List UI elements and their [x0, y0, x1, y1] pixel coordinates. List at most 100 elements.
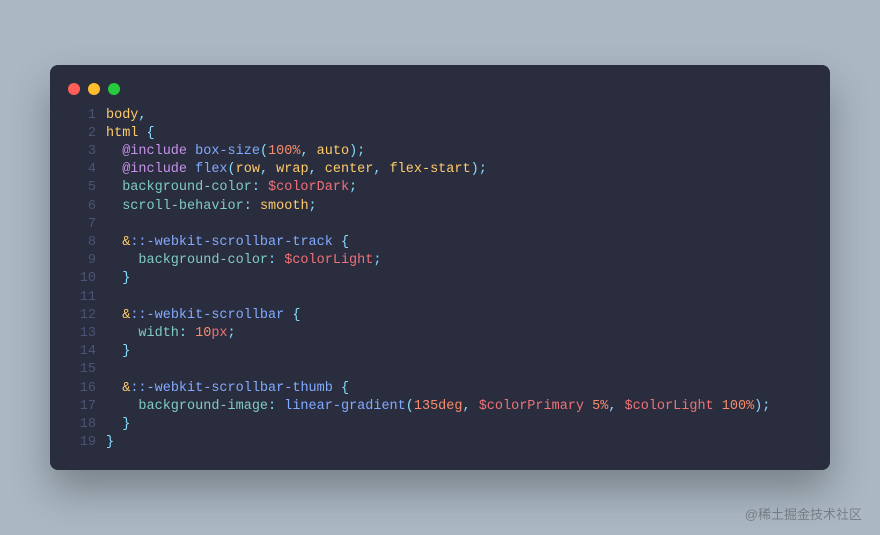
token-func: ::-webkit-scrollbar-thumb	[130, 381, 333, 396]
line-number: 1	[68, 107, 96, 125]
token-arg: 10	[195, 326, 211, 341]
token-punct: :	[252, 180, 268, 195]
line-number: 16	[68, 380, 96, 398]
code-line[interactable]: background-color: $colorDark;	[106, 179, 812, 197]
code-line[interactable]: scroll-behavior: smooth;	[106, 198, 812, 216]
code-line[interactable]: }	[106, 434, 812, 452]
code-line[interactable]: }	[106, 416, 812, 434]
line-number: 11	[68, 289, 96, 307]
token-plain	[333, 235, 341, 250]
token-punct: )	[349, 144, 357, 159]
token-ident: $colorLight	[625, 399, 714, 414]
token-punct: ;	[349, 180, 357, 195]
token-arg: 5%	[592, 399, 608, 414]
token-punct: {	[341, 235, 349, 250]
code-line[interactable]: html {	[106, 125, 812, 143]
code-line[interactable]: width: 10px;	[106, 325, 812, 343]
token-punct: ,	[260, 162, 276, 177]
code-line[interactable]	[106, 216, 812, 234]
token-func: box-size	[195, 144, 260, 159]
line-number: 7	[68, 216, 96, 234]
token-selector: html	[106, 126, 138, 141]
token-argAlt: wrap	[276, 162, 308, 177]
line-number: 17	[68, 398, 96, 416]
token-punct: ;	[373, 253, 381, 268]
token-value: smooth	[260, 199, 309, 214]
token-plain	[106, 271, 122, 286]
code-line[interactable]: }	[106, 343, 812, 361]
code-line[interactable]	[106, 361, 812, 379]
token-punct: ;	[479, 162, 487, 177]
code-line[interactable]: @include box-size(100%, auto);	[106, 143, 812, 161]
token-arg: 100%	[268, 144, 300, 159]
token-prop: scroll-behavior	[122, 199, 244, 214]
token-punct: :	[268, 399, 284, 414]
token-plain	[106, 180, 122, 195]
token-punct: }	[122, 417, 130, 432]
line-number: 6	[68, 198, 96, 216]
token-punct: ;	[228, 326, 236, 341]
line-number: 13	[68, 325, 96, 343]
code-line[interactable]: &::-webkit-scrollbar-thumb {	[106, 380, 812, 398]
code-line[interactable]: background-color: $colorLight;	[106, 252, 812, 270]
code-line[interactable]	[106, 289, 812, 307]
token-punct: ,	[608, 399, 624, 414]
token-plain	[106, 308, 122, 323]
token-plain	[333, 381, 341, 396]
code-window: 1body,2html {3 @include box-size(100%, a…	[50, 65, 830, 471]
token-argAlt: flex-start	[390, 162, 471, 177]
token-selector: body	[106, 108, 138, 123]
token-plain	[106, 253, 138, 268]
line-number: 3	[68, 143, 96, 161]
token-func: ::-webkit-scrollbar	[130, 308, 284, 323]
code-line[interactable]: }	[106, 270, 812, 288]
token-argAlt: center	[325, 162, 374, 177]
token-prop: background-color	[138, 253, 268, 268]
code-line[interactable]: &::-webkit-scrollbar {	[106, 307, 812, 325]
token-plain	[106, 399, 138, 414]
token-arg: 135deg	[414, 399, 463, 414]
code-line[interactable]: &::-webkit-scrollbar-track {	[106, 234, 812, 252]
token-punct: :	[244, 199, 260, 214]
token-punct: (	[228, 162, 236, 177]
code-line[interactable]: @include flex(row, wrap, center, flex-st…	[106, 161, 812, 179]
code-line[interactable]: background-image: linear-gradient(135deg…	[106, 398, 812, 416]
token-plain	[584, 399, 592, 414]
code-editor[interactable]: 1body,2html {3 @include box-size(100%, a…	[50, 107, 830, 453]
token-plain	[106, 417, 122, 432]
token-ident: px	[211, 326, 227, 341]
token-plain	[714, 399, 722, 414]
token-argAlt: auto	[317, 144, 349, 159]
zoom-dot-icon[interactable]	[108, 83, 120, 95]
close-dot-icon[interactable]	[68, 83, 80, 95]
token-plain	[106, 235, 122, 250]
token-ident: $colorDark	[268, 180, 349, 195]
token-plain	[187, 162, 195, 177]
line-number: 4	[68, 161, 96, 179]
token-punct: }	[106, 435, 114, 450]
token-func: ::-webkit-scrollbar-track	[130, 235, 333, 250]
token-punct: (	[406, 399, 414, 414]
token-plain	[187, 144, 195, 159]
line-number: 19	[68, 434, 96, 452]
line-number: 2	[68, 125, 96, 143]
token-arg: 100%	[722, 399, 754, 414]
window-titlebar	[50, 83, 830, 107]
token-punct: ;	[762, 399, 770, 414]
token-func: flex	[195, 162, 227, 177]
token-atrule: @include	[122, 144, 187, 159]
token-punct: ,	[138, 108, 146, 123]
token-plain	[106, 381, 122, 396]
token-atrule: @include	[122, 162, 187, 177]
token-punct: }	[122, 271, 130, 286]
token-plain	[138, 126, 146, 141]
minimize-dot-icon[interactable]	[88, 83, 100, 95]
token-ident: $colorPrimary	[479, 399, 584, 414]
token-ident: $colorLight	[284, 253, 373, 268]
code-line[interactable]: body,	[106, 107, 812, 125]
token-prop: width	[138, 326, 179, 341]
token-punct: :	[179, 326, 195, 341]
line-number: 12	[68, 307, 96, 325]
token-punct: ;	[309, 199, 317, 214]
token-punct: {	[341, 381, 349, 396]
